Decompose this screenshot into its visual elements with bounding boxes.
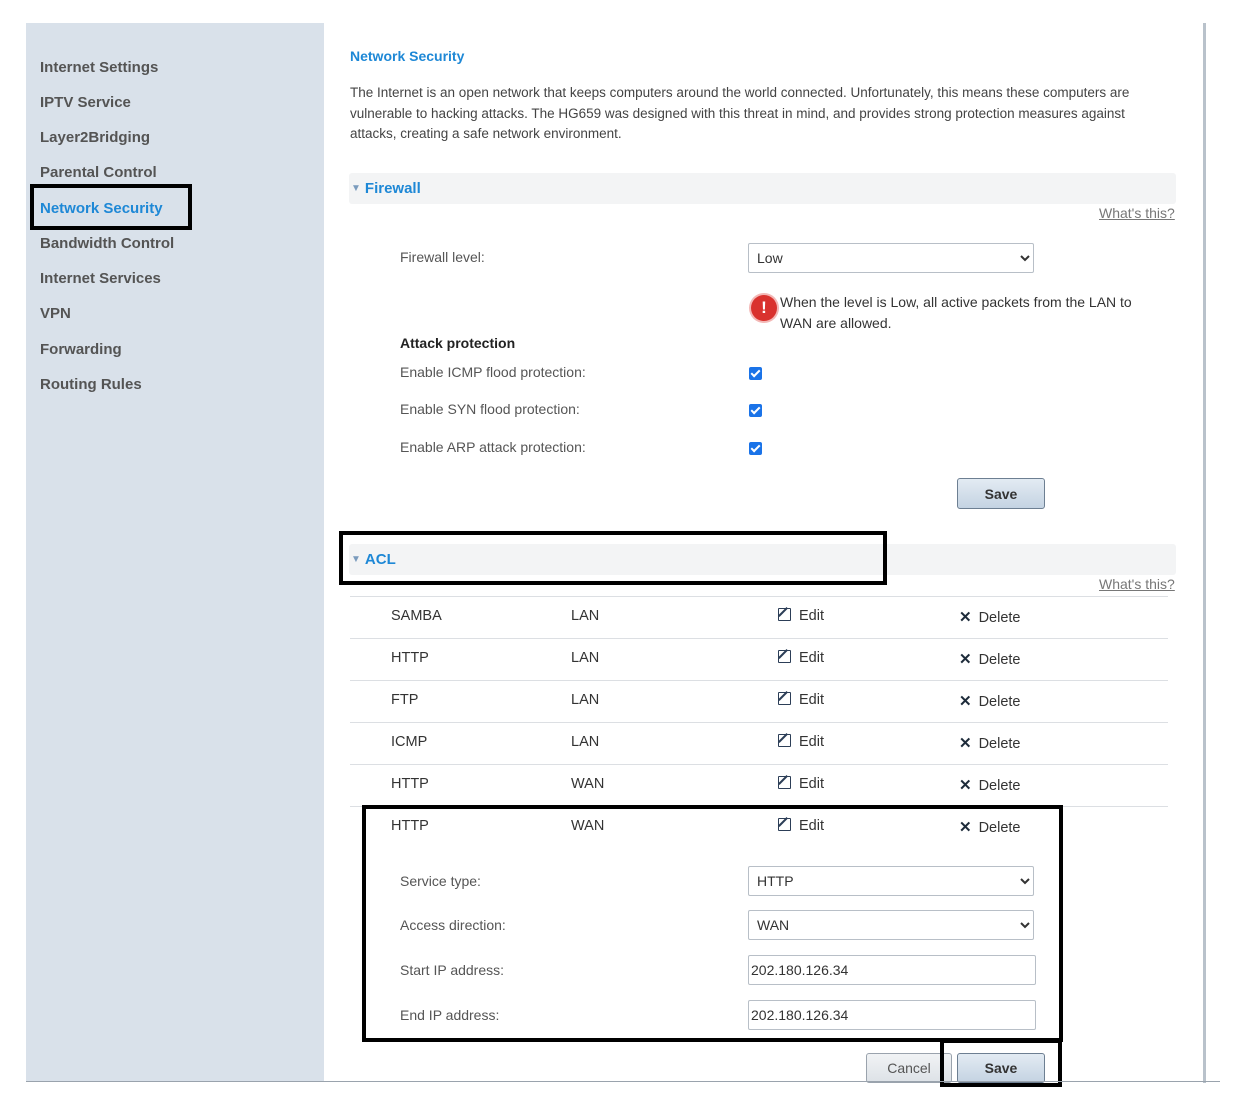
delete-label: Delete (978, 736, 1021, 752)
page-title: Network Security (350, 48, 465, 64)
acl-row: HTTP LAN Edit ✕ Delete (350, 638, 1168, 681)
bottom-divider (26, 1081, 1220, 1082)
firewall-level-warning: When the level is Low, all active packet… (780, 294, 1132, 331)
acl-delete-button[interactable]: ✕ Delete (959, 692, 1021, 710)
delete-x-icon: ✕ (959, 777, 972, 794)
delete-x-icon: ✕ (959, 651, 972, 668)
edit-icon (778, 734, 791, 747)
acl-whats-this-link[interactable]: What's this? (1099, 576, 1175, 592)
acl-direction: LAN (571, 650, 600, 666)
edit-icon (778, 650, 791, 663)
acl-direction: LAN (571, 608, 600, 624)
acl-row: SAMBA LAN Edit ✕ Delete (350, 596, 1168, 639)
intro-text: The Internet is an open network that kee… (350, 85, 1130, 141)
firewall-toggle[interactable]: ▼ Firewall (351, 180, 421, 197)
highlight-acl-edit-form (362, 805, 1063, 1042)
attack-protection-heading: Attack protection (400, 335, 516, 351)
delete-x-icon: ✕ (959, 693, 972, 710)
edit-label: Edit (799, 692, 824, 708)
highlight-network-security (30, 184, 192, 230)
firewall-section-title: Firewall (364, 180, 421, 197)
edit-icon (778, 776, 791, 789)
firewall-section-header: ▼ Firewall (349, 173, 1176, 204)
sidebar-item-bandwidth-control[interactable]: Bandwidth Control (40, 235, 174, 252)
edit-icon (778, 692, 791, 705)
sidebar-item-vpn[interactable]: VPN (40, 305, 71, 322)
delete-x-icon: ✕ (959, 609, 972, 626)
icmp-flood-checkbox[interactable] (749, 367, 762, 380)
acl-direction: LAN (571, 734, 600, 750)
sidebar: Internet Settings IPTV Service Layer2Bri… (26, 23, 324, 1082)
delete-label: Delete (978, 694, 1021, 710)
firewall-save-button[interactable]: Save (957, 478, 1045, 509)
acl-row: ICMP LAN Edit ✕ Delete (350, 722, 1168, 765)
acl-row: FTP LAN Edit ✕ Delete (350, 680, 1168, 723)
sidebar-item-layer2bridging[interactable]: Layer2Bridging (40, 129, 150, 146)
edit-icon (778, 608, 791, 621)
sidebar-item-internet-settings[interactable]: Internet Settings (40, 59, 158, 76)
sidebar-item-internet-services[interactable]: Internet Services (40, 270, 161, 287)
icmp-flood-label: Enable ICMP flood protection: (400, 364, 586, 380)
edit-label: Edit (799, 650, 824, 666)
acl-delete-button[interactable]: ✕ Delete (959, 734, 1021, 752)
scrollbar-edge (1203, 23, 1206, 1083)
sidebar-item-forwarding[interactable]: Forwarding (40, 341, 122, 358)
highlight-acl-header (339, 531, 887, 585)
sidebar-item-iptv-service[interactable]: IPTV Service (40, 94, 131, 111)
firewall-level-select[interactable]: Low (748, 243, 1034, 273)
syn-flood-checkbox[interactable] (749, 404, 762, 417)
collapse-caret-icon: ▼ (351, 183, 361, 194)
acl-row: HTTP WAN Edit ✕ Delete (350, 764, 1168, 807)
edit-label: Edit (799, 608, 824, 624)
firewall-level-label: Firewall level: (400, 249, 485, 265)
arp-attack-label: Enable ARP attack protection: (400, 439, 586, 455)
acl-edit-button[interactable]: Edit (778, 776, 824, 792)
acl-direction: LAN (571, 692, 600, 708)
warning-icon: ! (751, 295, 777, 321)
acl-edit-button[interactable]: Edit (778, 692, 824, 708)
acl-service: HTTP (391, 776, 429, 792)
acl-service: HTTP (391, 650, 429, 666)
edit-label: Edit (799, 776, 824, 792)
acl-delete-button[interactable]: ✕ Delete (959, 650, 1021, 668)
firewall-whats-this-link[interactable]: What's this? (1099, 205, 1175, 221)
acl-service: FTP (391, 692, 419, 708)
sidebar-item-routing-rules[interactable]: Routing Rules (40, 376, 142, 393)
delete-x-icon: ✕ (959, 735, 972, 752)
acl-service: SAMBA (391, 608, 442, 624)
syn-flood-label: Enable SYN flood protection: (400, 401, 580, 417)
delete-label: Delete (978, 610, 1021, 626)
acl-edit-button[interactable]: Edit (778, 734, 824, 750)
acl-edit-button[interactable]: Edit (778, 650, 824, 666)
acl-service: ICMP (391, 734, 428, 750)
acl-delete-button[interactable]: ✕ Delete (959, 776, 1021, 794)
delete-label: Delete (978, 652, 1021, 668)
acl-edit-button[interactable]: Edit (778, 608, 824, 624)
sidebar-item-parental-control[interactable]: Parental Control (40, 164, 157, 181)
highlight-acl-save (940, 1039, 1062, 1087)
delete-label: Delete (978, 778, 1021, 794)
acl-delete-button[interactable]: ✕ Delete (959, 608, 1021, 626)
acl-direction: WAN (571, 776, 605, 792)
arp-attack-checkbox[interactable] (749, 442, 762, 455)
edit-label: Edit (799, 734, 824, 750)
